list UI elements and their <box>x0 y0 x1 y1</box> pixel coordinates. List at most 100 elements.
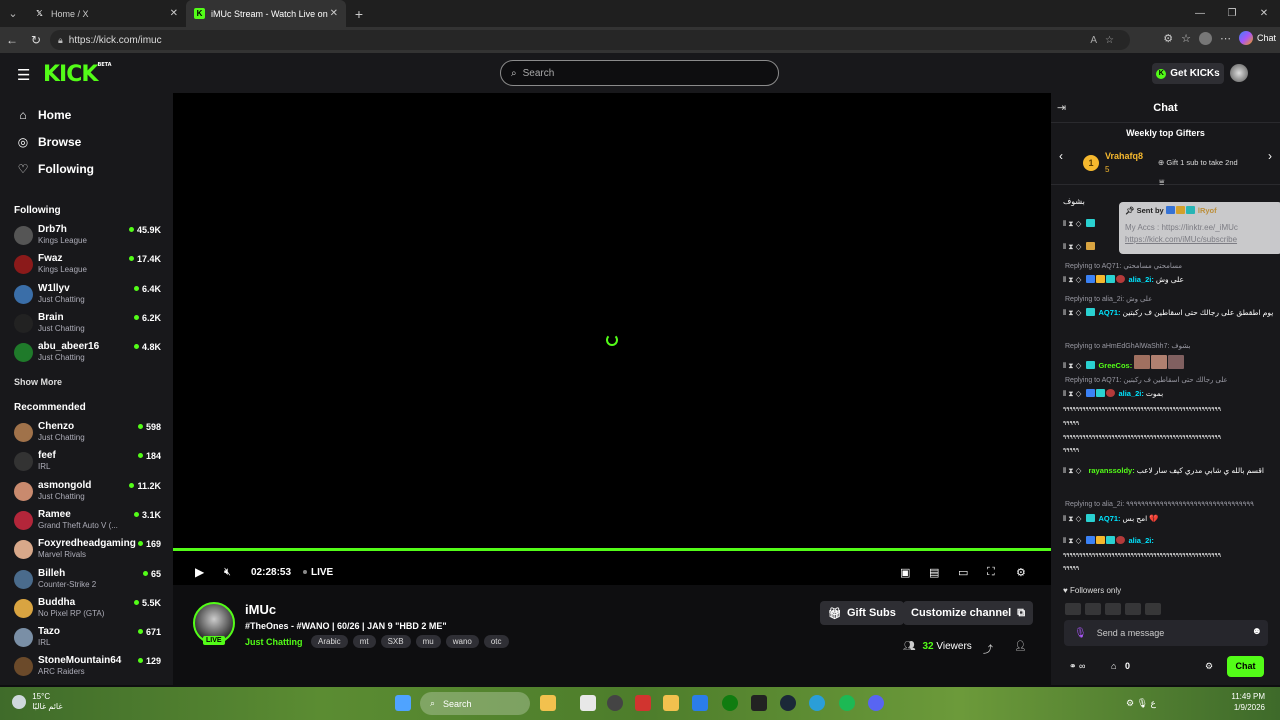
edge-icon[interactable] <box>809 695 825 711</box>
settings-gear-icon[interactable]: ⚙ <box>1016 566 1026 579</box>
mod-icons[interactable]: ⦀⧗◇ <box>1063 219 1083 228</box>
chat-username[interactable]: alia_2i: <box>1128 275 1153 284</box>
show-more-link[interactable]: Show More <box>14 377 62 387</box>
windows-start-icon[interactable] <box>395 695 411 711</box>
tag-sxb[interactable]: SXB <box>380 635 411 648</box>
new-tab-plus-icon[interactable]: + <box>346 6 372 22</box>
more-menu-icon[interactable]: ⋯ <box>1220 32 1231 45</box>
tab-kick-stream[interactable]: K iMUc Stream - Watch Live on Kick ✕ <box>186 0 346 27</box>
search-input[interactable]: ⌕ Search <box>500 60 779 86</box>
clip-icon[interactable]: ▭ <box>958 566 968 579</box>
favorites-icon[interactable]: ☆ <box>1181 32 1191 45</box>
progress-bar[interactable] <box>173 548 1051 551</box>
stream-category[interactable]: Just Chatting <box>245 637 303 647</box>
taskbar-search[interactable]: ⌕ Search <box>420 692 530 715</box>
kicks-balance[interactable]: ⌂ 0 <box>1111 661 1130 671</box>
folder-icon[interactable] <box>663 695 679 711</box>
sidebar-channel-foxyredheadgaming[interactable]: Foxyredheadgaming Marvel Rivals 169 <box>14 537 164 563</box>
emote-strip[interactable] <box>1065 603 1175 615</box>
muted-speaker-icon[interactable]: 🔇︎ <box>224 566 231 579</box>
sidebar-channel-ramee[interactable]: Ramee Grand Theft Auto V (... 3.1K <box>14 508 164 534</box>
sidebar-channel-feef[interactable]: feef IRL 184 <box>14 449 164 475</box>
customize-channel-button[interactable]: Customize channel ⧉ <box>903 601 1034 625</box>
hamburger-menu-icon[interactable]: ☰ <box>17 66 30 84</box>
weather-widget[interactable]: 15°C غائم غالبًا <box>12 692 63 712</box>
sidebar-channel-asmongold[interactable]: asmongold Just Chatting 11.2K <box>14 479 164 505</box>
store-icon[interactable] <box>692 695 708 711</box>
discord-icon[interactable] <box>868 695 884 711</box>
xbox-icon[interactable] <box>722 695 738 711</box>
chat-username[interactable]: rayanssoldy: <box>1088 466 1134 475</box>
window-close-icon[interactable]: ✕ <box>1248 0 1280 27</box>
tag-mu[interactable]: mu <box>415 635 441 648</box>
gift-subs-button[interactable]: 🎁︎ Gift Subs <box>820 601 904 625</box>
refresh-icon[interactable]: ↻ <box>24 33 48 47</box>
maximize-icon[interactable]: ❐ <box>1216 0 1248 27</box>
sidebar-channel-buddha[interactable]: Buddha No Pixel RP (GTA) 5.5K <box>14 596 164 622</box>
profile-avatar[interactable] <box>1198 31 1212 45</box>
user-avatar[interactable] <box>1230 64 1248 82</box>
tag-arabic[interactable]: Arabic <box>311 635 348 648</box>
url-field[interactable]: 🔒︎ https://kick.com/imuc A☆ <box>50 30 1130 50</box>
back-arrow-icon[interactable]: ← <box>0 33 24 47</box>
mod-icons[interactable]: ⦀⧗◇ <box>1063 361 1083 370</box>
gifter-name[interactable]: Vrahafq8 <box>1105 151 1143 161</box>
tray-icons[interactable]: ⚙ 🎙︎ ع <box>1126 698 1156 709</box>
microphone-icon[interactable]: 🎙︎ <box>1074 628 1087 639</box>
chat-username[interactable]: alia_2i: <box>1118 389 1143 398</box>
read-aloud-favorite-icons[interactable]: A☆ <box>1090 35 1122 46</box>
chat-username[interactable]: alia_2i: <box>1128 536 1153 545</box>
mini-player-icon[interactable]: ▣ <box>900 566 910 579</box>
mod-icons[interactable]: ⦀⧗◇ <box>1063 466 1083 475</box>
follow-user-icon[interactable]: 👤︎ <box>1014 641 1027 652</box>
chevron-left-icon[interactable]: ‹ <box>1059 149 1063 163</box>
nav-home[interactable]: ⌂ Home <box>16 108 71 122</box>
nav-browse[interactable]: ◎ Browse <box>16 135 82 149</box>
fullscreen-icon[interactable]: ⛶ <box>987 566 995 579</box>
close-tab-icon[interactable]: ✕ <box>170 8 178 19</box>
spotify-icon[interactable] <box>839 695 855 711</box>
chat-username[interactable]: AQ71: <box>1098 308 1120 317</box>
close-tab-icon[interactable]: ✕ <box>330 8 338 19</box>
chat-username[interactable]: GreeCos: <box>1098 361 1132 370</box>
send-message-input[interactable]: 🎙︎ Send a message ☻ <box>1064 620 1268 646</box>
mod-icons[interactable]: ⦀⧗◇ <box>1063 308 1083 317</box>
kick-logo[interactable]: KICKBETA <box>43 62 112 87</box>
pinned-message-tooltip[interactable]: 📌︎ Sent by lRyof My Accs : https://linkt… <box>1119 202 1280 254</box>
link-emotes-icon[interactable]: ⚭ ∞ <box>1069 661 1085 672</box>
chevron-right-icon[interactable]: › <box>1268 149 1272 163</box>
nav-following[interactable]: ♡ Following <box>16 162 94 176</box>
clock[interactable]: 11:49 PM 1/9/2026 <box>1231 691 1265 713</box>
gift-note[interactable]: ⊕ Gift 1 sub to take 2nd <box>1158 158 1238 167</box>
sidebar-channel-abu_abeer16[interactable]: abu_abeer16 Just Chatting 4.8K <box>14 340 164 366</box>
sidebar-channel-chenzo[interactable]: Chenzo Just Chatting 598 <box>14 420 164 446</box>
theater-mode-icon[interactable]: ▤ <box>929 566 939 579</box>
chat-settings-gear-icon[interactable]: ⚙ <box>1205 661 1213 672</box>
sidebar-channel-stonemountain64[interactable]: StoneMountain64 ARC Raiders 129 <box>14 654 164 680</box>
share-icon[interactable]: ⤴ <box>983 641 993 656</box>
copilot-chat-button[interactable]: Chat <box>1238 31 1276 45</box>
taskview-icon[interactable] <box>580 695 596 711</box>
sidebar-channel-fwaz[interactable]: Fwaz Kings League 17.4K <box>14 252 164 278</box>
video-player[interactable]: ▶ 🔇︎ 02:28:53 LIVE ▣ ▤ ▭ ⛶ ⚙ <box>173 93 1051 585</box>
tab-list-chevron-icon[interactable]: ⌄ <box>0 0 26 27</box>
sidebar-channel-tazo[interactable]: Tazo IRL 671 <box>14 625 164 651</box>
streamer-name[interactable]: iMUc <box>245 602 276 617</box>
mod-icons[interactable]: ⦀⧗◇ <box>1063 514 1083 523</box>
mod-icons[interactable]: ⦀⧗◇ <box>1063 242 1083 251</box>
filter-icon[interactable]: ⩸ <box>1159 177 1164 188</box>
extensions-icon[interactable]: ⚙ <box>1163 32 1173 45</box>
tag-otc[interactable]: otc <box>483 635 509 648</box>
minimize-icon[interactable]: — <box>1184 0 1216 27</box>
sidebar-channel-brain[interactable]: Brain Just Chatting 6.2K <box>14 311 164 337</box>
sidebar-channel-billeh[interactable]: Billeh Counter-Strike 2 65 <box>14 567 164 593</box>
emoji-icon[interactable]: ☻ <box>1251 626 1262 637</box>
mod-icons[interactable]: ⦀⧗◇ <box>1063 536 1083 545</box>
app-icon[interactable] <box>607 695 623 711</box>
tag-wano[interactable]: wano <box>445 635 479 648</box>
sidebar-channel-drb7h[interactable]: Drb7h Kings League 45.9K <box>14 223 164 249</box>
tag-mt[interactable]: mt <box>352 635 376 648</box>
play-icon[interactable]: ▶ <box>195 565 204 579</box>
app-icon[interactable] <box>635 695 651 711</box>
chat-username[interactable]: AQ71: <box>1098 514 1120 523</box>
